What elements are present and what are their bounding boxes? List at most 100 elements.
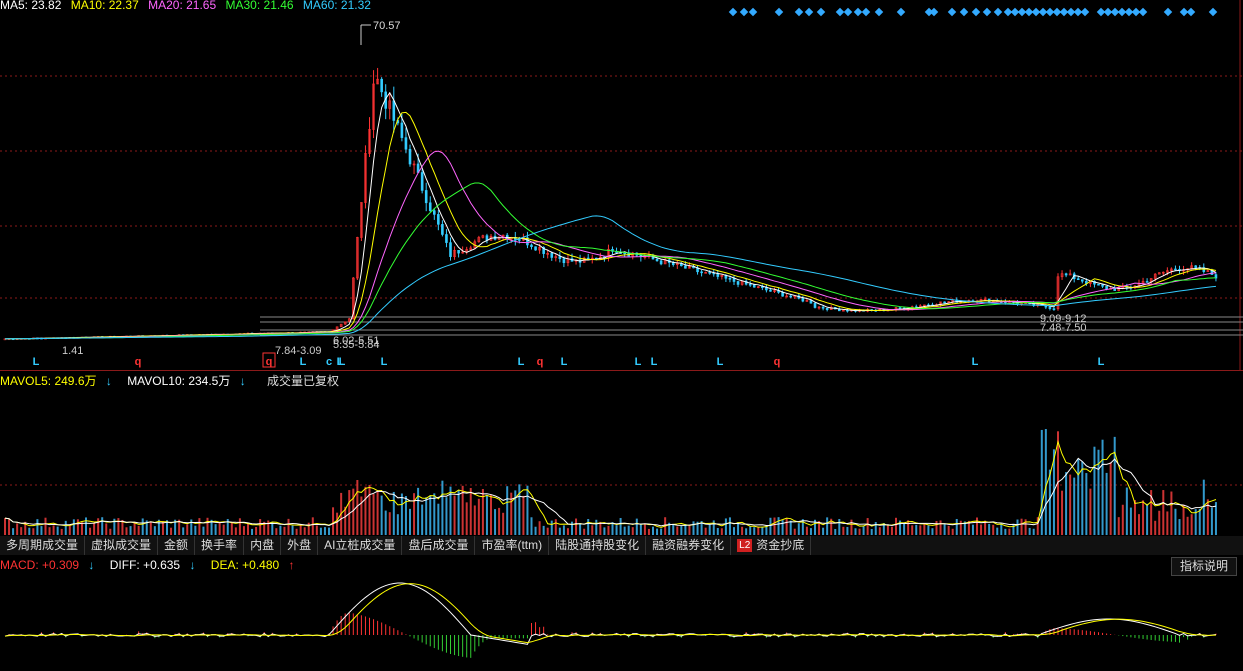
signal-diamond-icon bbox=[853, 7, 863, 17]
volume-bar bbox=[1174, 508, 1177, 535]
volume-bar bbox=[623, 526, 626, 535]
volume-bar bbox=[931, 528, 934, 535]
volume-bar bbox=[1158, 510, 1161, 535]
signal-marker-L: L bbox=[651, 356, 658, 368]
tab-label: 内盘 bbox=[250, 538, 275, 552]
candle-body bbox=[428, 202, 432, 211]
volume-bar bbox=[352, 488, 355, 535]
volume-bar bbox=[976, 517, 978, 535]
price-candlestick-chart[interactable]: 70.571.41 7.84-3.096.02-5.515.35-5.849.09… bbox=[0, 0, 1243, 370]
signal-diamond-icon bbox=[971, 7, 981, 17]
volume-bar bbox=[878, 527, 881, 535]
tab-label: 虚拟成交量 bbox=[91, 538, 152, 552]
signal-marker-L: L bbox=[972, 356, 979, 368]
volume-bar bbox=[919, 525, 922, 535]
volume-bar bbox=[242, 526, 245, 535]
volume-bar bbox=[198, 518, 201, 535]
macd-chart[interactable] bbox=[0, 575, 1243, 671]
volume-legend: MAVOL5: 249.6万 ↓ MAVOL10: 234.5万 ↓ 成交量已复… bbox=[0, 372, 345, 390]
volume-bar bbox=[1206, 499, 1209, 535]
signal-diamond-icon bbox=[816, 7, 826, 17]
tab-indicator-10[interactable]: 融资融券变化 bbox=[646, 536, 732, 555]
signal-diamond-icon bbox=[835, 7, 845, 17]
volume-bar bbox=[959, 520, 962, 535]
volume-bar bbox=[1073, 477, 1076, 535]
volume-bar bbox=[494, 509, 497, 535]
macd-label: MACD: +0.309 ↓ bbox=[0, 558, 95, 572]
tab-indicator-9[interactable]: 陆股通持股变化 bbox=[549, 536, 647, 555]
candle-body bbox=[728, 277, 732, 280]
tab-indicator-6[interactable]: AI立桩成交量 bbox=[318, 536, 403, 555]
volume-bar bbox=[1105, 472, 1108, 535]
volume-bar bbox=[319, 527, 322, 535]
tab-label: 盘后成交量 bbox=[408, 538, 469, 552]
tab-label: 市盈率(ttm) bbox=[481, 538, 543, 552]
volume-bar bbox=[1016, 519, 1019, 535]
volume-bar bbox=[741, 526, 744, 535]
volume-bar bbox=[437, 503, 440, 535]
tab-indicator-5[interactable]: 外盘 bbox=[281, 536, 319, 555]
signal-diamond-icon bbox=[947, 7, 957, 17]
signal-diamond-icon bbox=[929, 7, 939, 17]
tab-indicator-4[interactable]: 内盘 bbox=[244, 536, 282, 555]
volume-bar bbox=[1020, 518, 1023, 535]
volume-bar bbox=[490, 494, 492, 535]
candle-body bbox=[392, 100, 396, 121]
volume-bar bbox=[279, 525, 282, 535]
volume-bar bbox=[364, 486, 367, 535]
volume-bar bbox=[1198, 508, 1201, 535]
volume-bar bbox=[311, 517, 314, 535]
volume-bar bbox=[137, 525, 140, 535]
volume-bar bbox=[368, 484, 371, 535]
volume-bar bbox=[822, 527, 825, 535]
candle-body bbox=[518, 239, 521, 241]
ma20-line bbox=[4, 150, 1216, 340]
volume-bar bbox=[1113, 436, 1116, 535]
volume-bar bbox=[591, 525, 594, 535]
volume-bar bbox=[579, 523, 582, 535]
volume-bar bbox=[202, 526, 205, 535]
volume-bar bbox=[1109, 462, 1112, 535]
volume-bar bbox=[866, 518, 869, 535]
volume-bar bbox=[773, 517, 776, 535]
volume-bar bbox=[52, 525, 55, 535]
signal-diamond-icon bbox=[1186, 7, 1196, 17]
tab-indicator-7[interactable]: 盘后成交量 bbox=[402, 536, 476, 555]
tab-indicator-0[interactable]: 多周期成交量 bbox=[0, 536, 86, 555]
candle-body bbox=[708, 272, 712, 274]
volume-bar bbox=[469, 488, 472, 535]
candle-body bbox=[380, 78, 383, 93]
volume-bar bbox=[453, 495, 456, 535]
volume-bar bbox=[1040, 429, 1043, 535]
volume-bar bbox=[571, 521, 573, 535]
tab-indicator-2[interactable]: 金额 bbox=[158, 536, 196, 555]
tab-indicator-11[interactable]: L2 资金抄底 bbox=[731, 536, 812, 555]
candle-body bbox=[1048, 306, 1052, 309]
signal-marker-L: L bbox=[717, 356, 724, 368]
volume-bar bbox=[769, 517, 772, 535]
candle-body bbox=[449, 242, 452, 257]
tab-indicator-1[interactable]: 虚拟成交量 bbox=[85, 536, 159, 555]
candle-body bbox=[789, 295, 793, 298]
volume-bar bbox=[947, 525, 950, 535]
volume-bar bbox=[1121, 504, 1124, 535]
mavol5-label: MAVOL5: 249.6万 ↓ bbox=[0, 374, 112, 388]
signal-diamond-icon bbox=[843, 7, 853, 17]
volume-bar bbox=[1044, 429, 1047, 535]
volume-bar bbox=[60, 528, 63, 535]
tab-indicator-3[interactable]: 换手率 bbox=[195, 536, 245, 555]
volume-bar bbox=[980, 524, 983, 535]
volume-bar bbox=[109, 528, 112, 535]
macd-legend: MACD: +0.309 ↓ DIFF: +0.635 ↓ DEA: +0.48… bbox=[0, 556, 307, 574]
volume-bar bbox=[498, 507, 501, 535]
indicator-explain-button[interactable]: 指标说明 bbox=[1170, 557, 1237, 576]
volume-bar bbox=[283, 526, 286, 535]
ma30-line bbox=[4, 182, 1216, 340]
volume-bar bbox=[550, 520, 553, 535]
volume-bar bbox=[76, 519, 79, 535]
volume-chart[interactable] bbox=[0, 389, 1243, 535]
volume-bar bbox=[194, 525, 197, 535]
volume-bar bbox=[206, 517, 209, 535]
tab-indicator-8[interactable]: 市盈率(ttm) bbox=[475, 536, 550, 555]
volume-bar bbox=[1093, 446, 1096, 535]
